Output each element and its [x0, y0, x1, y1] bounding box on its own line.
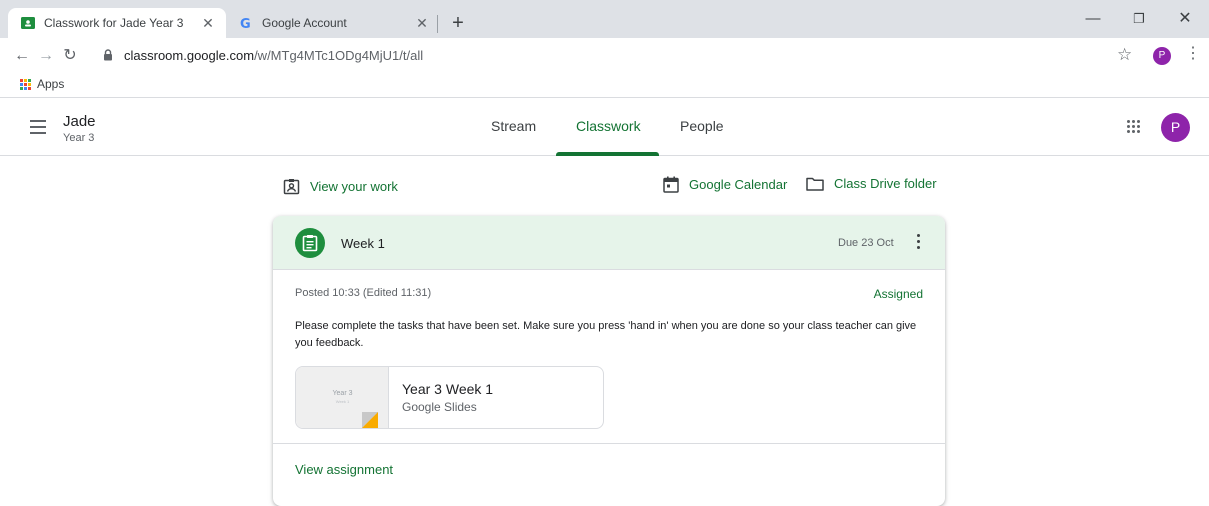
browser-tabstrip: Classwork for Jade Year 3 ✕ G Google Acc…: [0, 0, 1209, 38]
class-drive-folder-label: Class Drive folder: [834, 176, 937, 191]
view-your-work-link[interactable]: View your work: [283, 178, 398, 195]
assignment-card-header[interactable]: Week 1 Due 23 Oct: [273, 216, 945, 270]
attachment-type: Google Slides: [402, 400, 477, 414]
forward-arrow-icon[interactable]: →: [34, 44, 58, 68]
view-assignment-link[interactable]: View assignment: [295, 462, 393, 477]
folder-icon: [806, 177, 824, 191]
browser-profile-avatar[interactable]: P: [1153, 47, 1171, 65]
slides-thumbnail: Year 3 Week 1: [296, 367, 389, 428]
restore-icon[interactable]: ❐: [1116, 6, 1162, 32]
view-your-work-label: View your work: [310, 179, 398, 194]
reload-icon[interactable]: ↻: [58, 44, 82, 68]
browser-tab-google-account[interactable]: G Google Account ✕: [226, 8, 440, 38]
posted-time: Posted 10:33 (Edited 11:31): [295, 287, 432, 299]
back-arrow-icon[interactable]: ←: [10, 44, 34, 68]
main-menu-icon[interactable]: [30, 120, 46, 138]
tab-title: Google Account: [262, 16, 347, 30]
bookmark-star-icon[interactable]: ☆: [1117, 45, 1132, 65]
google-slides-corner-icon: [362, 412, 378, 428]
classroom-header: Jade Year 3 Stream Classwork People P: [0, 98, 1209, 156]
svg-text:G: G: [240, 17, 251, 30]
class-name[interactable]: Jade: [63, 113, 96, 130]
assignment-instructions: Please complete the tasks that have been…: [295, 320, 917, 349]
address-bar[interactable]: classroom.google.com/w/MTg4MTc1ODg4MjU1/…: [100, 42, 1100, 68]
google-calendar-link[interactable]: Google Calendar: [663, 176, 787, 193]
google-g-icon: G: [238, 15, 254, 31]
browser-menu-icon[interactable]: ⋮: [1185, 45, 1201, 63]
apps-grid-icon: [20, 78, 31, 90]
tab-people[interactable]: People: [680, 118, 724, 134]
close-tab-icon[interactable]: ✕: [200, 15, 216, 32]
attachment-card[interactable]: Year 3 Week 1 Year 3 Week 1 Google Slide…: [295, 366, 604, 429]
close-tab-icon[interactable]: ✕: [414, 15, 430, 32]
tab-separator: [437, 15, 438, 33]
assignment-title: Week 1: [341, 236, 385, 251]
browser-toolbar: ← → ↻ classroom.google.com/w/MTg4MTc1ODg…: [0, 38, 1209, 73]
browser-tab-classwork[interactable]: Classwork for Jade Year 3 ✕: [8, 8, 226, 38]
thumbnail-title: Year 3: [332, 390, 353, 397]
tab-title: Classwork for Jade Year 3: [44, 16, 184, 30]
class-drive-folder-link[interactable]: Class Drive folder: [806, 176, 937, 191]
assignment-card: Week 1 Due 23 Oct Posted 10:33 (Edited 1…: [273, 216, 945, 506]
bookmarks-bar: Apps: [0, 73, 1209, 98]
attachment-title: Year 3 Week 1: [402, 381, 494, 397]
google-calendar-label: Google Calendar: [689, 177, 788, 192]
bookmark-apps[interactable]: Apps: [20, 77, 64, 91]
tab-stream[interactable]: Stream: [491, 118, 536, 134]
due-date: Due 23 Oct: [838, 237, 894, 249]
google-classroom-icon: [20, 15, 36, 31]
assignment-icon: [295, 228, 325, 258]
google-apps-icon[interactable]: [1127, 120, 1140, 133]
new-tab-button[interactable]: +: [446, 10, 470, 36]
status-badge: Assigned: [873, 287, 923, 301]
card-divider: [273, 443, 945, 444]
bookmark-label: Apps: [37, 77, 65, 91]
window-close-icon[interactable]: ✕: [1162, 6, 1208, 32]
assignment-ind-icon: [283, 179, 300, 195]
minimize-icon[interactable]: —: [1070, 6, 1116, 32]
thumbnail-subtitle: Week 1: [335, 399, 350, 404]
account-avatar[interactable]: P: [1161, 113, 1190, 142]
lock-icon: [100, 49, 116, 61]
url-path: /w/MTg4MTc1ODg4MjU1/t/all: [254, 47, 424, 63]
more-options-icon[interactable]: [917, 234, 921, 252]
class-section: Year 3: [63, 132, 95, 144]
active-tab-indicator: [556, 152, 659, 156]
url-host: classroom.google.com: [124, 47, 255, 63]
calendar-icon: [663, 176, 679, 193]
tab-classwork[interactable]: Classwork: [576, 118, 641, 134]
